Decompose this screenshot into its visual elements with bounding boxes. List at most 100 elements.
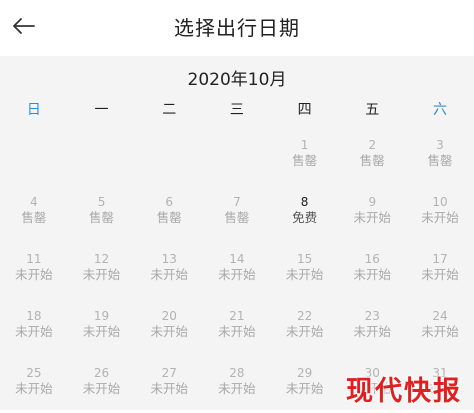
calendar-day-11: 11 未开始 <box>0 242 68 299</box>
day-status: 未开始 <box>15 381 53 396</box>
day-number: 27 <box>161 366 177 380</box>
day-number: 21 <box>229 309 245 323</box>
weekday-thu: 四 <box>297 102 312 118</box>
day-number: 20 <box>161 309 177 323</box>
calendar-blank-cell <box>0 128 68 185</box>
day-number: 7 <box>233 195 241 209</box>
day-status: 售罄 <box>156 210 182 225</box>
calendar-day-13: 13 未开始 <box>135 242 203 299</box>
calendar-day-4: 4 售罄 <box>0 185 68 242</box>
day-number: 18 <box>26 309 42 323</box>
day-number: 26 <box>93 366 110 380</box>
weekday-wed: 三 <box>229 102 244 118</box>
calendar-day-18: 18 未开始 <box>0 299 68 356</box>
calendar-day-17: 17 未开始 <box>406 242 474 299</box>
day-status: 售罄 <box>292 153 318 168</box>
day-status: 未开始 <box>82 267 121 282</box>
calendar-day-8[interactable]: 8 免费 <box>271 185 339 242</box>
calendar-day-2: 2 售罄 <box>338 128 406 185</box>
day-number: 17 <box>432 252 448 266</box>
day-number: 22 <box>296 309 313 323</box>
day-number: 1 <box>300 138 309 152</box>
day-status: 未开始 <box>218 324 256 339</box>
day-status: 未开始 <box>15 267 53 282</box>
day-status: 售罄 <box>427 153 453 168</box>
weekday-mon: 一 <box>94 102 109 118</box>
watermark-logo: 现代快报 <box>346 376 462 407</box>
day-number: 24 <box>432 309 448 323</box>
day-number: 10 <box>432 195 448 209</box>
page-title: 选择出行日期 <box>174 16 300 40</box>
day-number: 9 <box>368 195 377 209</box>
day-status: 售罄 <box>359 153 385 168</box>
weekday-fri: 五 <box>365 102 380 118</box>
calendar-day-29: 29 未开始 <box>271 356 339 413</box>
day-number: 16 <box>364 252 380 266</box>
day-number: 23 <box>364 309 380 323</box>
day-status: 未开始 <box>218 267 256 282</box>
weekday-sat: 六 <box>432 102 447 118</box>
calendar-day-14: 14 未开始 <box>203 242 271 299</box>
calendar-day-9: 9 未开始 <box>338 185 406 242</box>
day-number: 19 <box>93 309 110 323</box>
calendar-day-12: 12 未开始 <box>68 242 136 299</box>
day-status: 未开始 <box>150 381 188 396</box>
calendar-day-19: 19 未开始 <box>68 299 136 356</box>
day-status: 未开始 <box>150 324 188 339</box>
calendar-day-16: 16 未开始 <box>338 242 406 299</box>
calendar-day-6: 6 售罄 <box>135 185 203 242</box>
day-number: 13 <box>161 252 177 266</box>
day-status: 未开始 <box>421 267 459 282</box>
day-status: 未开始 <box>353 324 392 339</box>
calendar-blank-cell <box>135 128 203 185</box>
day-status: 未开始 <box>285 267 324 282</box>
calendar-day-21: 21 未开始 <box>203 299 271 356</box>
calendar-day-7: 7 售罄 <box>203 185 271 242</box>
day-number: 28 <box>229 366 245 380</box>
day-status: 售罄 <box>21 210 47 225</box>
calendar-day-25: 25 未开始 <box>0 356 68 413</box>
day-status: 未开始 <box>82 324 121 339</box>
day-number: 4 <box>30 195 38 209</box>
weekday-tue: 二 <box>162 102 177 118</box>
day-status: 未开始 <box>353 267 392 282</box>
calendar-blank-cell <box>68 128 136 185</box>
header: 选择出行日期 <box>0 0 474 56</box>
calendar-day-5: 5 售罄 <box>68 185 136 242</box>
day-status: 免费 <box>292 210 318 225</box>
day-number: 6 <box>165 195 174 209</box>
calendar-day-20: 20 未开始 <box>135 299 203 356</box>
day-status: 未开始 <box>285 381 324 396</box>
calendar-day-10: 10 未开始 <box>406 185 474 242</box>
day-status: 售罄 <box>224 210 250 225</box>
day-number: 14 <box>229 252 245 266</box>
weekday-sun: 日 <box>26 102 41 118</box>
weekday-header: 日 一 二 三 四 五 六 <box>0 98 474 128</box>
day-number: 5 <box>97 195 106 209</box>
day-status: 未开始 <box>15 324 53 339</box>
calendar-day-26: 26 未开始 <box>68 356 136 413</box>
day-number: 2 <box>368 138 377 152</box>
day-number: 29 <box>296 366 313 380</box>
day-status: 未开始 <box>421 324 459 339</box>
day-status: 未开始 <box>285 324 324 339</box>
month-bar: 2020年10月 <box>0 56 474 98</box>
day-status: 未开始 <box>353 210 392 225</box>
calendar-grid: 1 售罄 2 售罄 3 售罄 4 售罄 5 售罄 6 售罄 7 售罄 8 免费 9 未开始 10 未开始 11 未开始 12… <box>0 128 474 410</box>
calendar-day-24: 24 未开始 <box>406 299 474 356</box>
calendar-day-22: 22 未开始 <box>271 299 339 356</box>
month-title: 2020年10月 <box>187 70 287 90</box>
day-status: 未开始 <box>421 210 459 225</box>
calendar-day-3: 3 售罄 <box>406 128 474 185</box>
day-number: 25 <box>26 366 42 380</box>
calendar-blank-cell <box>203 128 271 185</box>
calendar-day-15: 15 未开始 <box>271 242 339 299</box>
calendar-day-27: 27 未开始 <box>135 356 203 413</box>
calendar-day-28: 28 未开始 <box>203 356 271 413</box>
calendar-day-1: 1 售罄 <box>271 128 339 185</box>
day-number: 8 <box>300 195 309 209</box>
day-status: 未开始 <box>150 267 188 282</box>
day-status: 未开始 <box>82 381 121 396</box>
day-number: 15 <box>296 252 313 266</box>
day-number: 12 <box>93 252 110 266</box>
